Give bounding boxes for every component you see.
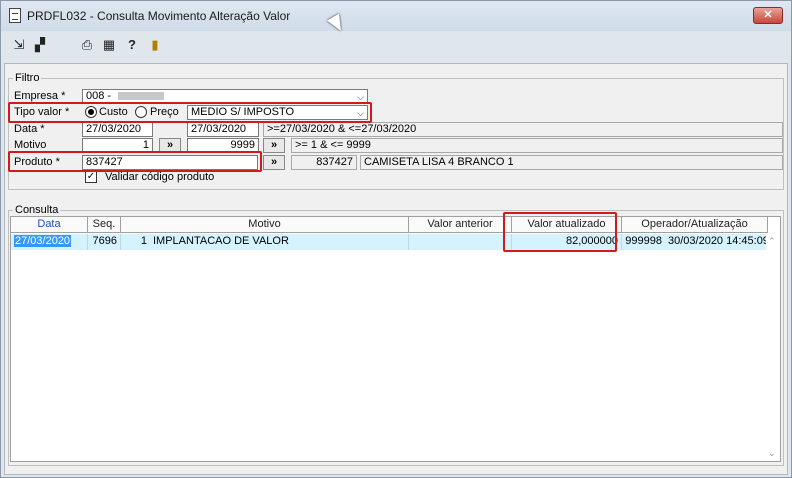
document-icon [9,8,21,23]
app-window: PRDFL032 - Consulta Movimento Alteração … [0,0,792,478]
window-icon[interactable]: ▞ [32,37,48,53]
toolbar: ⇲ ▞ ⎙ ▦ ? ▮ [1,31,791,59]
produto-search-button[interactable]: » [263,155,285,170]
motivo-to-search-button[interactable]: » [263,138,285,153]
redacted-text [118,92,165,101]
empresa-value: 008 - [86,90,112,102]
title-bar[interactable]: PRDFL032 - Consulta Movimento Alteração … [1,1,791,31]
cell-motivo-desc: IMPLANTACAO DE VALOR [150,234,409,250]
data-label: Data * [14,123,45,135]
cell-seq: 7696 [88,234,121,250]
cell-valor-anterior [409,234,512,250]
exit-icon[interactable]: ⇲ [11,37,27,53]
cell-atualizacao: 30/03/2020 14:45:09 [665,234,768,250]
motivo-from-search-button[interactable]: » [159,138,181,153]
tipo-valor-selected: MEDIO S/ IMPOSTO [191,106,295,118]
radio-preco-label: Preço [150,106,179,118]
radio-custo-label: Custo [99,106,128,118]
motivo-from-input[interactable]: 1 [82,138,153,153]
motivo-label: Motivo [14,139,47,151]
radio-preco[interactable] [135,106,147,118]
empresa-select[interactable]: 008 - ⌵ [82,89,368,104]
column-header-data[interactable]: Data [11,217,88,233]
motivo-to-input[interactable]: 9999 [187,138,259,153]
data-expression: >=27/03/2020 & <=27/03/2020 [263,122,783,137]
selected-date-text: 27/03/2020 [14,235,72,247]
consulta-legend: Consulta [15,204,59,216]
validar-checkbox[interactable]: ✓ [85,171,97,183]
data-from-input[interactable]: 27/03/2020 [82,122,153,137]
cell-data[interactable]: 27/03/2020 [11,234,88,250]
column-header-motivo[interactable]: Motivo [121,217,409,233]
help-icon[interactable]: ? [124,37,140,53]
filtro-legend: Filtro [15,72,40,84]
produto-label: Produto * [14,156,60,168]
motivo-expression: >= 1 & <= 9999 [291,138,783,153]
column-header-operador-atualizacao[interactable]: Operador/Atualização [622,217,768,233]
chevron-down-icon: ⌵ [357,92,364,102]
window-title: PRDFL032 - Consulta Movimento Alteração … [27,9,291,23]
tipo-valor-select[interactable]: MEDIO S/ IMPOSTO ⌵ [187,105,368,120]
data-to-input[interactable]: 27/03/2020 [187,122,259,137]
validar-label: Validar código produto [105,171,215,183]
column-header-seq[interactable]: Seq. [88,217,121,233]
column-header-valor-anterior[interactable]: Valor anterior [409,217,512,233]
produto-description: CAMISETA LISA 4 BRANCO 1 [360,155,783,170]
cell-motivo-num: 1 [121,234,150,250]
results-table: Data Seq. Motivo Valor anterior Valor at… [10,216,781,462]
content-area: Filtro Empresa * 008 - ⌵ Tipo valor * Cu… [4,63,788,475]
cell-operador: 999998 [622,234,665,250]
produto-code: 837427 [291,155,357,170]
scroll-down-icon[interactable]: ⌄ [768,448,776,459]
tipo-valor-label: Tipo valor * [14,106,70,118]
scroll-up-icon[interactable]: ⌃ [768,236,776,247]
cell-valor-atualizado: 82,000000 [512,234,622,250]
empresa-label: Empresa * [14,90,66,102]
close-button[interactable]: ✕ [753,7,783,24]
vertical-scrollbar[interactable]: ⌃ ⌄ [766,234,780,461]
print-icon[interactable]: ⎙ [79,37,95,53]
calendar-grid-icon[interactable]: ▦ [101,37,117,53]
column-header-valor-atualizado[interactable]: Valor atualizado [512,217,622,233]
produto-input[interactable]: 837427 [82,155,258,170]
radio-custo[interactable] [85,106,97,118]
door-exit-icon[interactable]: ▮ [147,37,163,53]
chevron-down-icon: ⌵ [357,108,364,118]
